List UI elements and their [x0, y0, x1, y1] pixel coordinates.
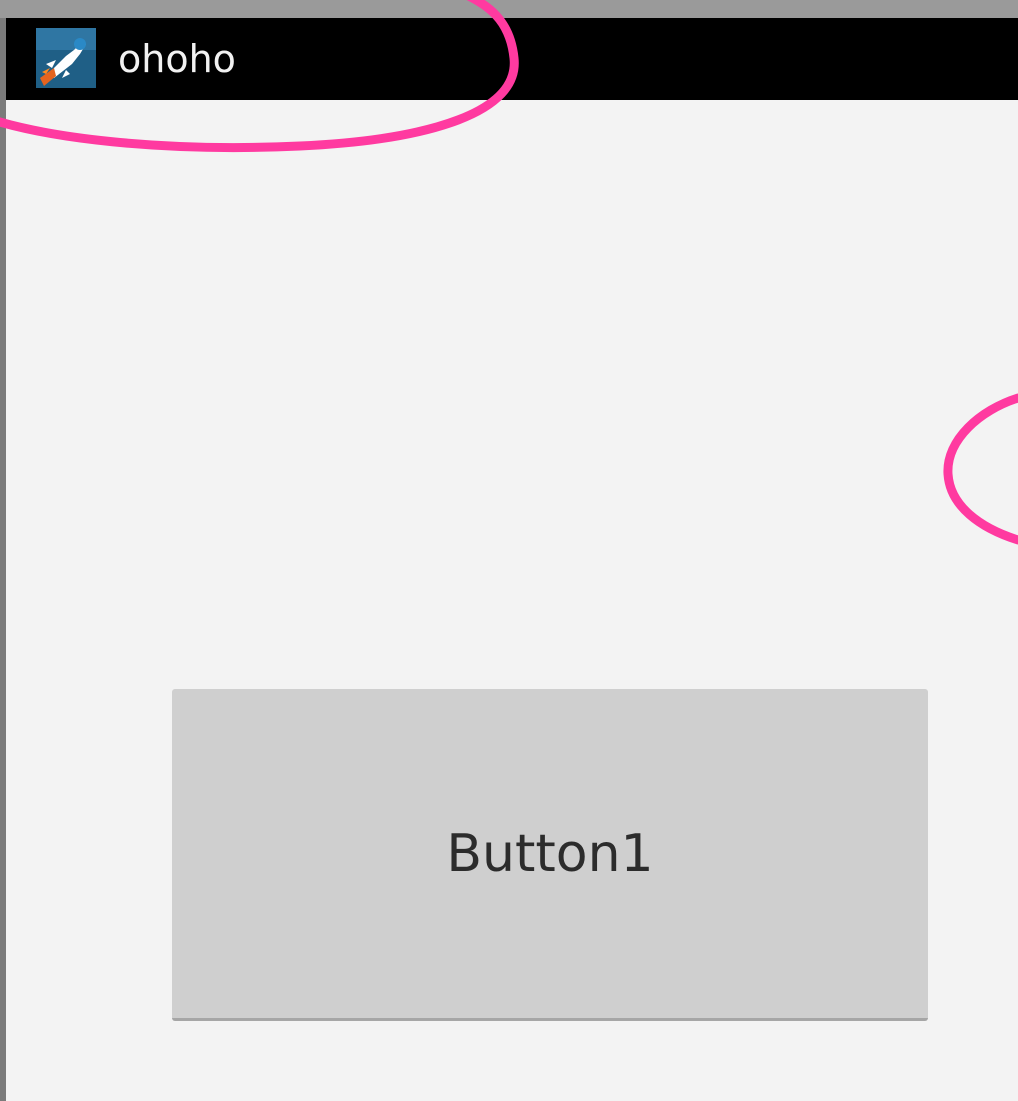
window-top-border: [0, 0, 1018, 18]
app-window: ohoho Button1: [0, 0, 1018, 1101]
rocket-app-icon[interactable]: [36, 28, 96, 88]
button1[interactable]: Button1: [172, 689, 928, 1021]
action-bar: ohoho: [6, 18, 1018, 100]
app-title: ohoho: [118, 37, 236, 81]
